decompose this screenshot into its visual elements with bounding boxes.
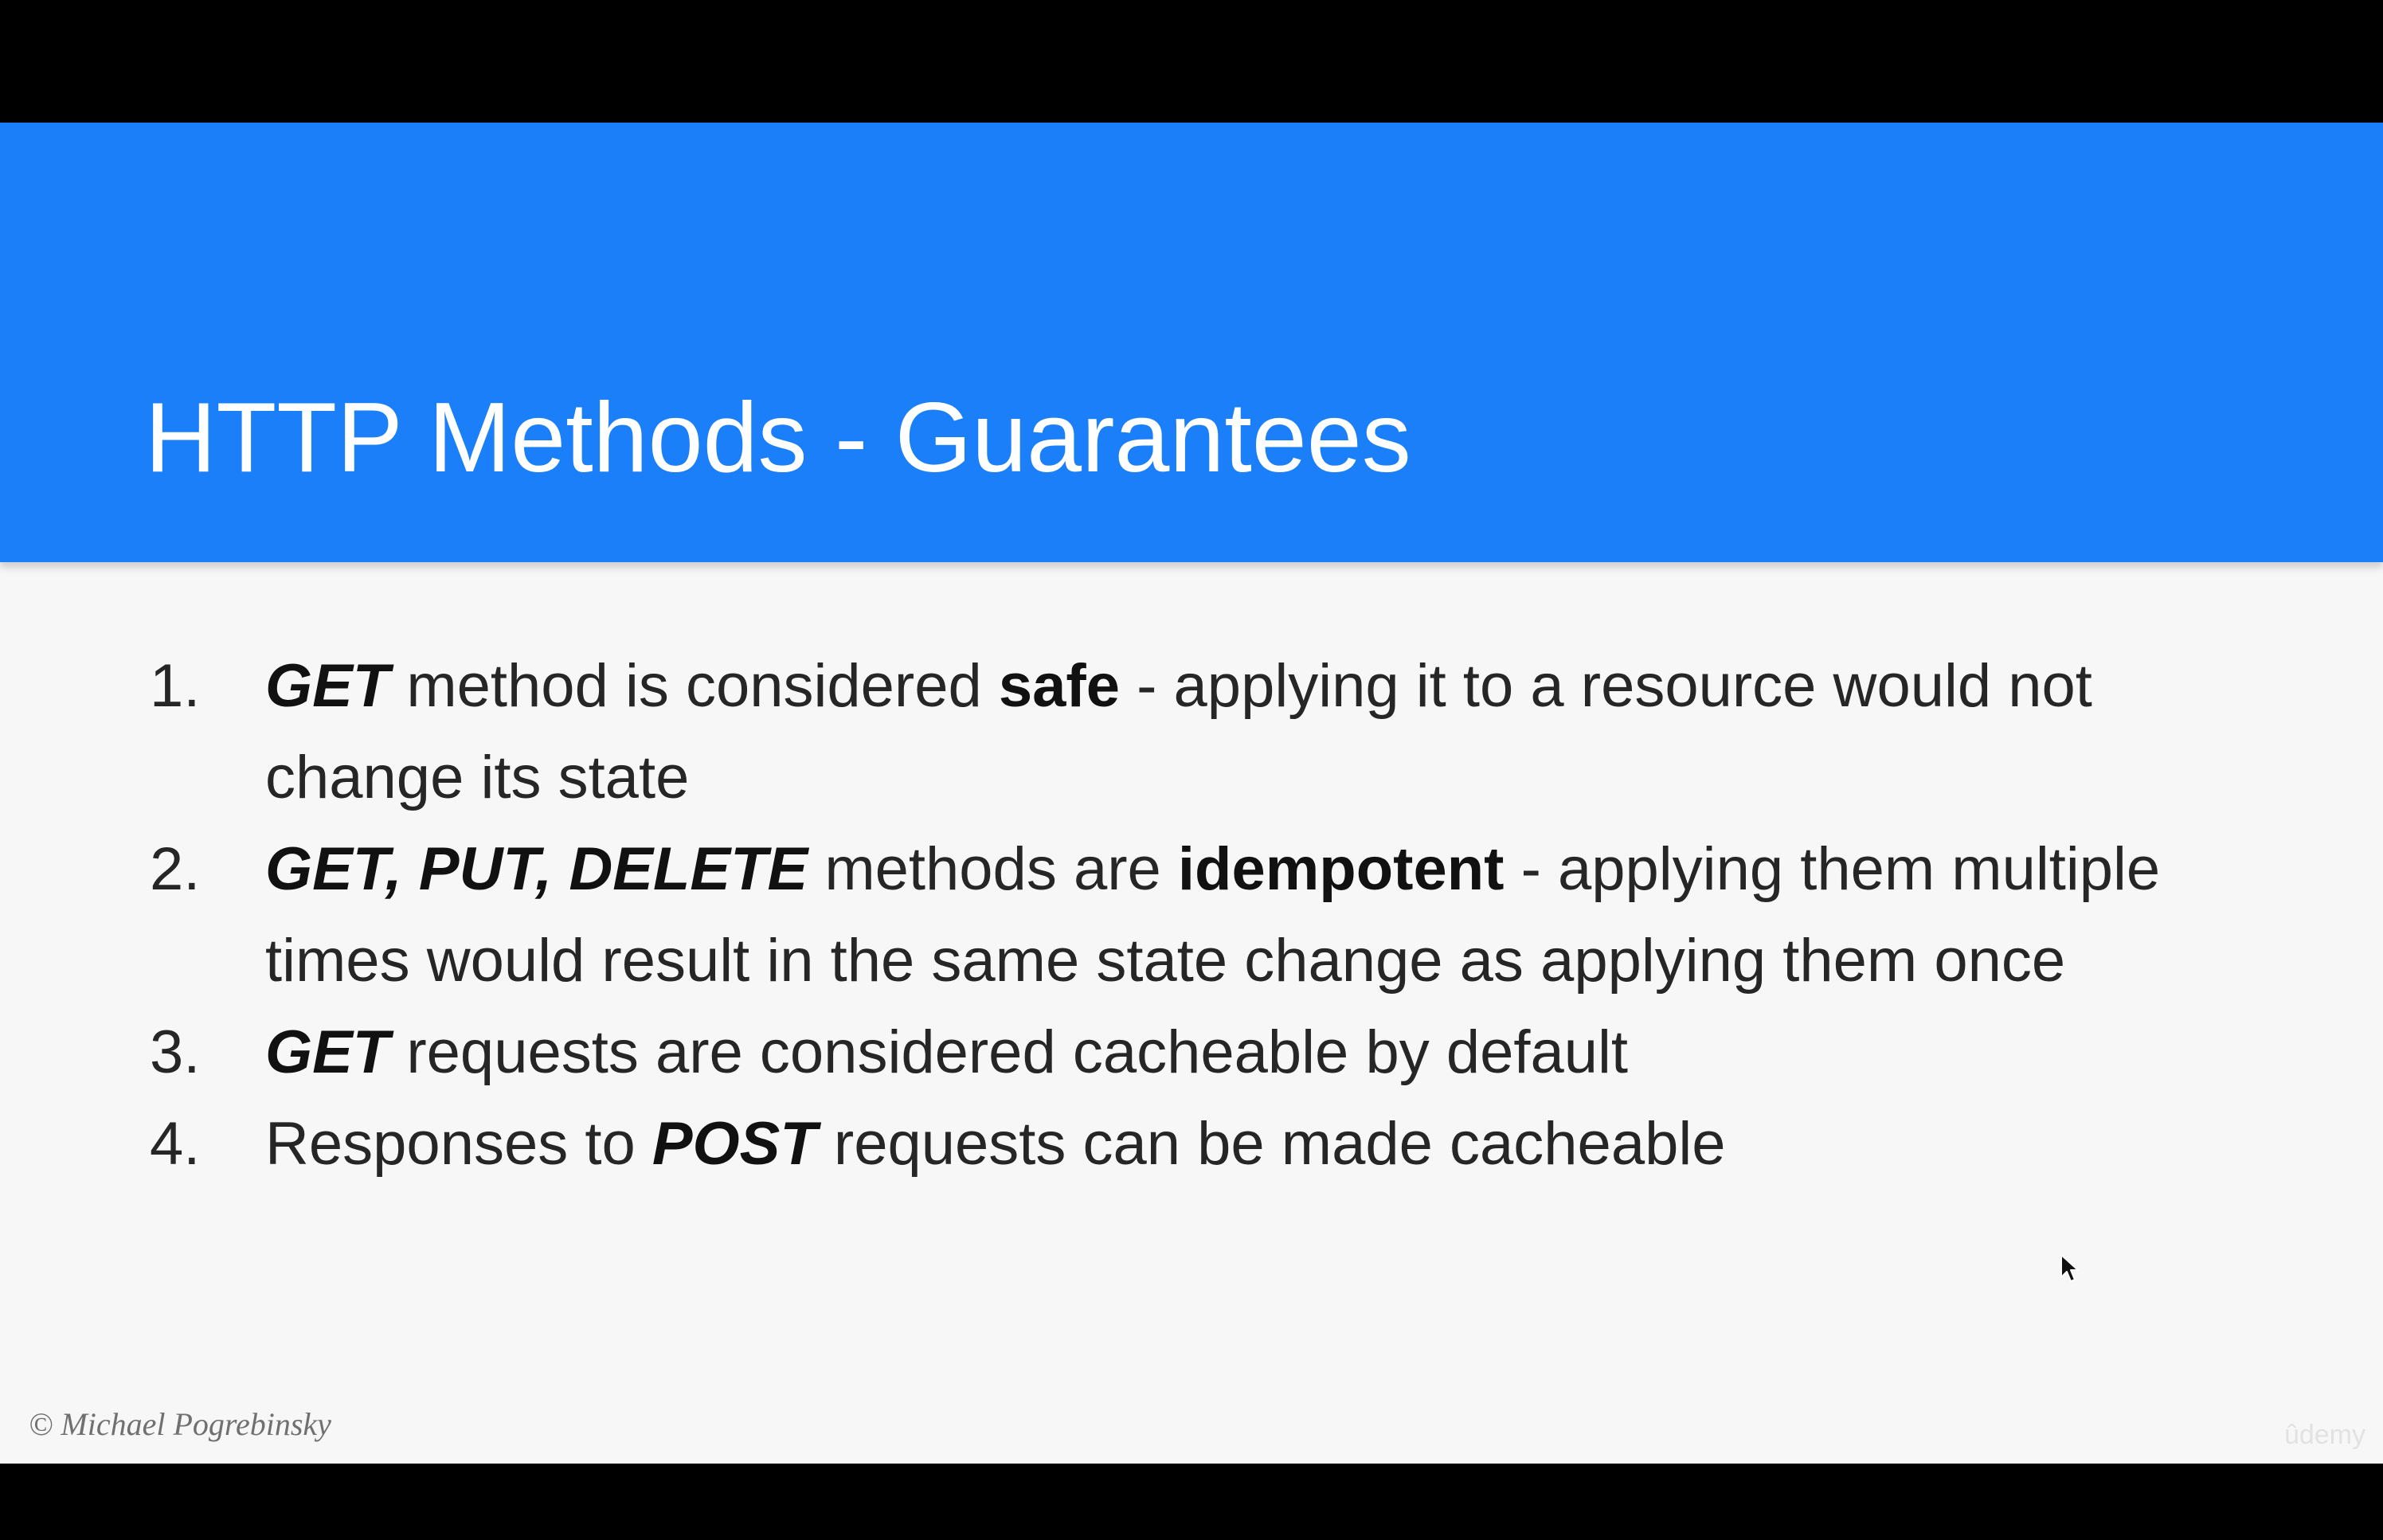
list-item: 1. GET method is considered safe - apply… <box>0 640 2383 823</box>
item-text-segment: Responses to <box>265 1110 652 1178</box>
list-item-text: GET method is considered safe - applying… <box>265 640 2272 823</box>
method-name: POST <box>652 1110 817 1178</box>
video-frame: HTTP Methods - Guarantees 1. GET method … <box>0 0 2383 1540</box>
list-item: 3. GET requests are considered cacheable… <box>0 1006 2383 1098</box>
list-item-text: GET requests are considered cacheable by… <box>265 1006 2272 1098</box>
mouse-pointer-icon <box>2060 1254 2079 1282</box>
keyword: idempotent <box>1177 835 1505 903</box>
method-name: GET <box>265 652 390 720</box>
list-item-number: 1. <box>150 652 201 720</box>
list-item-text: GET, PUT, DELETE methods are idempotent … <box>265 823 2272 1006</box>
list-item-number: 3. <box>150 1018 201 1086</box>
slide-title: HTTP Methods - Guarantees <box>145 383 1411 493</box>
item-text-segment: requests are considered cacheable by def… <box>389 1018 1629 1086</box>
item-text-segment: requests can be made cacheable <box>816 1110 1726 1178</box>
item-text-segment: methods are <box>808 835 1178 903</box>
udemy-watermark: ûdemy <box>2283 1420 2365 1450</box>
method-name: GET, PUT, DELETE <box>265 835 808 903</box>
list-item-number: 4. <box>150 1110 201 1178</box>
list-item-text: Responses to POST requests can be made c… <box>265 1098 2272 1190</box>
copyright-notice: © Michael Pogrebinsky <box>29 1406 331 1442</box>
list-item: 2. GET, PUT, DELETE methods are idempote… <box>0 823 2383 1006</box>
keyword: safe <box>998 652 1120 720</box>
slide: HTTP Methods - Guarantees 1. GET method … <box>0 123 2383 1464</box>
item-text-segment: method is considered <box>389 652 999 720</box>
slide-header: HTTP Methods - Guarantees <box>0 123 2383 562</box>
list-item: 4. Responses to POST requests can be mad… <box>0 1098 2383 1190</box>
method-name: GET <box>265 1018 390 1086</box>
guarantees-list: 1. GET method is considered safe - apply… <box>0 640 2383 1190</box>
list-item-number: 2. <box>150 835 201 903</box>
